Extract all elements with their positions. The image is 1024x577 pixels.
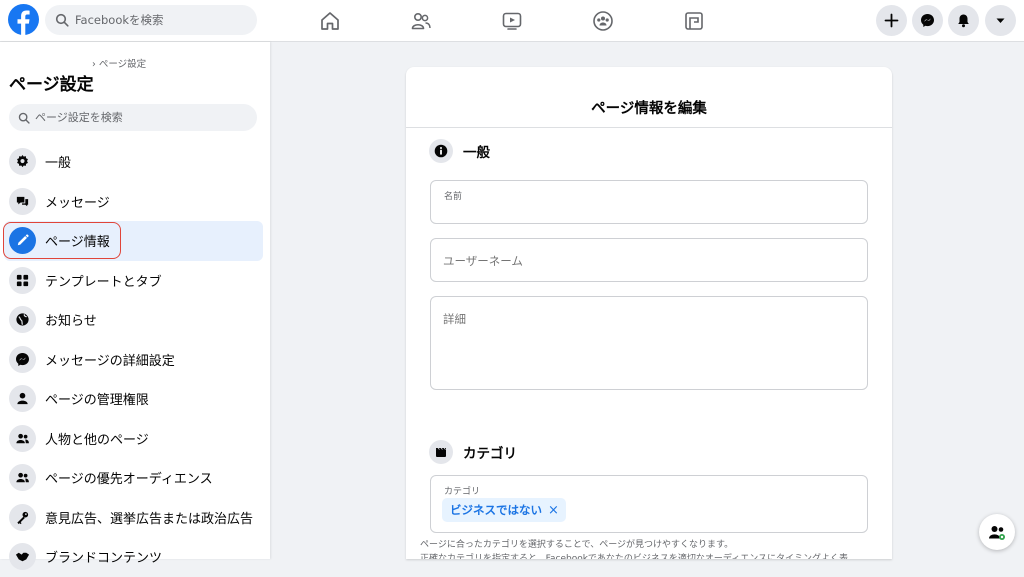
sidebar-item-label: お知らせ — [45, 314, 97, 330]
name-input[interactable] — [444, 201, 854, 219]
messenger-icon — [9, 345, 36, 373]
people-badge-icon — [989, 526, 1005, 540]
sidebar-item-general[interactable]: 一般 — [4, 142, 263, 182]
sidebar-item-label: 人物と他のページ — [45, 432, 149, 448]
category-field[interactable]: カテゴリ ビジネスではない × — [430, 475, 868, 533]
gaming-icon[interactable] — [679, 6, 709, 36]
watch-icon[interactable] — [497, 6, 527, 36]
notifications-button[interactable] — [948, 5, 979, 36]
sidebar-item-label: テンプレートとタブ — [45, 274, 162, 290]
messenger-button[interactable] — [912, 5, 943, 36]
person-icon — [9, 385, 36, 413]
sidebar-item-preferred-audience[interactable]: ページの優先オーディエンス — [4, 458, 263, 498]
username-input[interactable] — [443, 251, 853, 271]
username-field[interactable] — [430, 238, 868, 282]
people-icon — [9, 464, 36, 492]
sidebar-item-label: メッセージの詳細設定 — [45, 353, 175, 369]
home-icon[interactable] — [315, 6, 345, 36]
sidebar-item-templates-tabs[interactable]: テンプレートとタブ — [4, 261, 263, 301]
gear-icon — [9, 148, 36, 176]
top-navigation-bar — [0, 0, 1024, 42]
sidebar-item-people-other-pages[interactable]: 人物と他のページ — [4, 419, 263, 459]
sidebar-item-label: ページの優先オーディエンス — [45, 472, 213, 488]
remove-chip-icon[interactable]: × — [548, 503, 559, 518]
sidebar-item-label: ページ情報 — [45, 235, 110, 251]
caret-down-icon — [996, 18, 1005, 23]
details-textarea[interactable] — [443, 311, 855, 383]
clapperboard-icon — [429, 440, 453, 464]
pencil-icon — [9, 227, 36, 255]
globe-icon — [9, 306, 36, 334]
handshake-icon — [9, 543, 36, 571]
groups-icon[interactable] — [588, 6, 618, 36]
grid-icon — [9, 266, 36, 294]
sidebar-item-page-roles[interactable]: ページの管理権限 — [4, 379, 263, 419]
create-button[interactable] — [876, 5, 907, 36]
new-message-button[interactable] — [979, 514, 1015, 550]
sidebar-item-label: メッセージ — [45, 195, 110, 211]
name-field[interactable]: 名前 — [430, 180, 868, 224]
people-icon — [9, 424, 36, 452]
sidebar-item-label: ページの管理権限 — [45, 393, 149, 409]
card-header: ページ情報を編集 — [406, 67, 892, 128]
settings-search-bar[interactable] — [9, 104, 257, 131]
general-section-heading: 一般 — [429, 139, 490, 163]
category-chip-label: ビジネスではない — [450, 503, 542, 517]
breadcrumb[interactable]: › ページ設定 — [92, 56, 146, 70]
category-chip[interactable]: ビジネスではない × — [442, 498, 566, 522]
page-title: ページ設定 — [9, 75, 94, 95]
sidebar-item-branded-content[interactable]: ブランドコンテンツ — [4, 537, 263, 577]
sidebar-item-messages[interactable]: メッセージ — [4, 182, 263, 222]
search-icon — [55, 13, 69, 27]
sidebar-item-advanced-messaging[interactable]: メッセージの詳細設定 — [4, 340, 263, 380]
category-heading: カテゴリ — [463, 446, 517, 462]
sidebar-item-label: 一般 — [45, 156, 72, 172]
category-help-text-2: 正確なカテゴリを指定すると、Facebookであなたのビジネスを適切なオーディエ… — [420, 554, 849, 559]
general-heading: 一般 — [463, 145, 490, 161]
facebook-search-input[interactable] — [75, 13, 245, 27]
category-help-text: ページに合ったカテゴリを選択することで、ページが見つけやすくなります。 — [420, 540, 734, 550]
sidebar-item-label: 意見広告、選挙広告または政治広告 — [45, 511, 254, 527]
category-field-label: カテゴリ — [444, 487, 481, 497]
facebook-logo[interactable] — [8, 4, 39, 35]
key-icon — [9, 503, 36, 531]
account-menu-button[interactable] — [985, 5, 1016, 36]
bell-icon — [958, 14, 969, 28]
edit-page-info-card: ページ情報を編集 一般 名前 カテゴリ カテゴリ ビジネスではない × ページに… — [406, 67, 892, 559]
sidebar-item-notifications[interactable]: お知らせ — [4, 300, 263, 340]
category-section-heading: カテゴリ — [429, 440, 517, 464]
sidebar-item-label: ブランドコンテンツ — [45, 551, 163, 567]
friends-icon[interactable] — [406, 6, 436, 36]
sidebar-item-page-info[interactable]: ページ情報 — [3, 221, 263, 261]
facebook-search-bar[interactable] — [45, 5, 257, 35]
plus-icon — [884, 13, 899, 28]
settings-menu: 一般 メッセージ ページ情報 テンプレートとタブ お知らせ メッセージの詳細設定… — [0, 142, 270, 577]
details-field[interactable] — [430, 296, 868, 390]
card-title: ページ情報を編集 — [591, 100, 707, 117]
search-icon — [18, 112, 30, 124]
settings-sidebar: › ページ設定 ページ設定 一般 メッセージ ページ情報 — [0, 42, 270, 571]
info-icon — [429, 139, 453, 163]
sidebar-item-political-ads[interactable]: 意見広告、選挙広告または政治広告 — [4, 498, 263, 538]
settings-search-input[interactable] — [35, 111, 250, 124]
chat-bubbles-icon — [9, 187, 36, 215]
messenger-icon — [921, 14, 934, 27]
